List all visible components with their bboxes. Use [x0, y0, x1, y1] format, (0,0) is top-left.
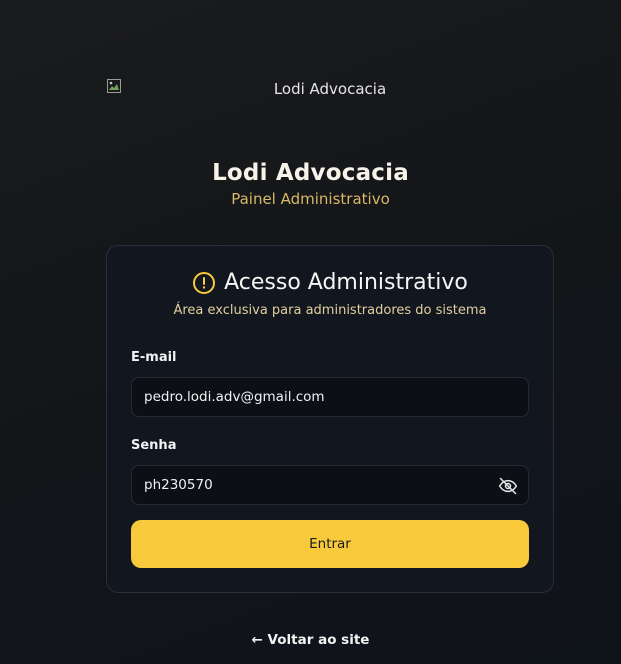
submit-button[interactable]: Entrar: [131, 520, 529, 568]
email-label: E-mail: [131, 350, 177, 365]
email-value: pedro.lodi.adv@gmail.com: [144, 389, 325, 405]
logo-alt-text: Lodi Advocacia: [273, 80, 387, 98]
alert-circle-icon: [193, 271, 216, 294]
brand-subtitle: Painel Administrativo: [231, 190, 390, 208]
card-title: Acesso Administrativo: [224, 270, 468, 295]
password-label: Senha: [131, 438, 177, 453]
password-field[interactable]: ph230570: [131, 465, 529, 505]
email-field[interactable]: pedro.lodi.adv@gmail.com: [131, 377, 529, 417]
card-header: Acesso Administrativo: [107, 270, 553, 295]
login-card: Acesso Administrativo Área exclusiva par…: [106, 245, 554, 593]
card-subtitle: Área exclusiva para administradores do s…: [173, 303, 487, 318]
brand-title: Lodi Advocacia: [212, 160, 409, 186]
back-to-site-link[interactable]: ← Voltar ao site: [0, 632, 621, 648]
logo-image: Lodi Advocacia: [106, 78, 554, 100]
password-value: ph230570: [144, 477, 213, 493]
brand-header: Lodi Advocacia Painel Administrativo: [0, 160, 621, 208]
eye-off-icon[interactable]: [498, 476, 518, 496]
